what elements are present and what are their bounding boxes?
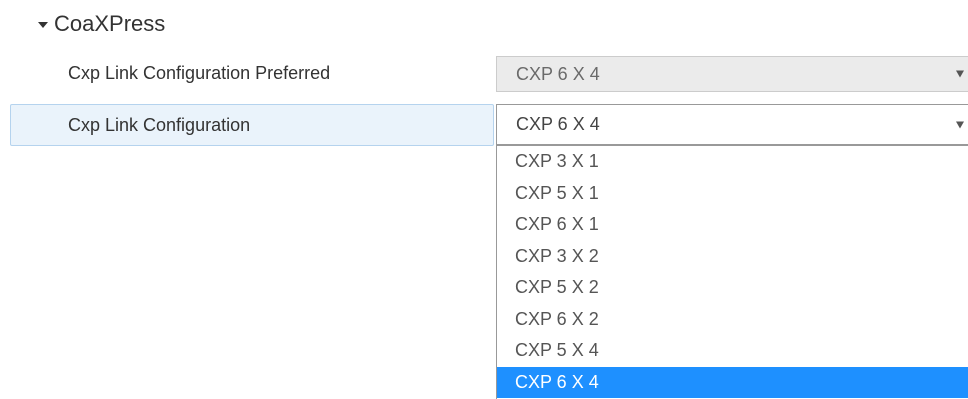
dropdown-option[interactable]: CXP 3 X 1 xyxy=(497,146,968,178)
section-title: CoaXPress xyxy=(54,11,166,36)
dropdown-option[interactable]: CXP 5 X 4 xyxy=(497,335,968,367)
cxp-link-config-label: Cxp Link Configuration xyxy=(68,114,251,135)
property-panel: CoaXPress Cxp Link Configuration Preferr… xyxy=(0,0,968,399)
dropdown-option[interactable]: CXP 5 X 2 xyxy=(497,272,968,304)
cxp-link-config-preferred-select: CXP 6 X 4 xyxy=(496,56,968,92)
cxp-link-config-select[interactable]: CXP 6 X 4 xyxy=(496,104,968,145)
dropdown-option[interactable]: CXP 5 X 1 xyxy=(497,178,968,210)
dropdown-option[interactable]: CXP 6 X 2 xyxy=(497,304,968,336)
dropdown-arrow-icon xyxy=(956,70,964,78)
cxp-link-config-options-list: CXP 3 X 1 CXP 5 X 1 CXP 6 X 1 CXP 3 X 2 CXP … xyxy=(496,145,968,399)
caret-down-icon[interactable] xyxy=(38,22,48,28)
cxp-link-config-preferred-value: CXP 6 X 4 xyxy=(516,63,600,84)
dropdown-arrow-icon[interactable] xyxy=(956,121,964,128)
cxp-link-config-preferred-label: Cxp Link Configuration Preferred xyxy=(68,62,331,83)
coaxpress-section-header[interactable]: CoaXPress xyxy=(38,8,165,40)
cxp-link-config-value: CXP 6 X 4 xyxy=(516,114,600,134)
dropdown-option[interactable]: CXP 6 X 4 xyxy=(497,366,968,398)
dropdown-option[interactable]: CXP 3 X 2 xyxy=(497,241,968,273)
dropdown-option[interactable]: CXP 6 X 1 xyxy=(497,209,968,241)
